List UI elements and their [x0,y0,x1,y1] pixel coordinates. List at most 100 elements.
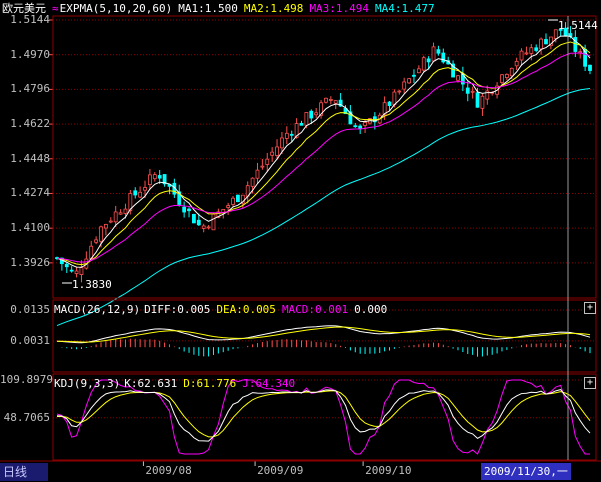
candle-body [231,197,235,205]
macd-tick-label: 0.0135 [10,303,50,316]
candle-body [470,90,475,93]
candle-body [324,97,328,103]
month-label: 2009/10 [365,464,412,477]
candle-body [333,100,338,104]
candle-body [578,51,583,54]
candle-body [152,174,157,180]
k-label: K:62.631 [124,377,178,390]
candle-body [74,270,79,274]
macd-expand-button[interactable]: + [584,302,596,314]
ma1-label: MA1:1.500 [178,2,238,15]
candle-body [157,175,162,179]
diff-label: DIFF:0.005 [144,303,211,316]
kdj-header: KDJ(9,3,3) K:62.631 D:61.776 J:64.340 [54,377,301,390]
candle-body [436,49,441,54]
candle-body [255,169,260,179]
dea-line [56,326,591,343]
candle-body [260,165,265,168]
candle-body [524,52,529,55]
candle-body [113,211,118,223]
candle-body [94,239,99,243]
candle-body [192,213,196,224]
macd-header: MACD(26,12,9) DIFF:0.005 DEA:0.005 MACD:0.0… [54,303,393,316]
candle-body [304,112,309,126]
high-marker: 1.5144 [558,19,598,32]
candle-body [182,206,187,213]
candle-body [534,47,539,51]
candle-body [588,64,592,71]
price-tick-label: 1.4970 [10,47,50,61]
candle-body [206,226,211,229]
candle-body [387,101,392,107]
price-tick-label: 1.4448 [10,151,50,165]
price-header: 欧元美元 ≈EXPMA(5,10,20,60) MA1:1.500 MA2:1.498… [2,2,441,15]
candle-body [416,68,421,74]
candle-body [236,194,240,203]
candle-body [412,74,416,77]
candle-body [289,133,294,136]
candle-body [309,110,314,119]
low-marker: 1.3830 [72,278,112,291]
price-tick-label: 1.5144 [10,13,50,26]
chart-canvas[interactable] [0,0,601,482]
kdj-expand-button[interactable]: + [584,377,596,389]
candle-body [397,90,402,93]
candle-body [270,151,275,156]
candle-body [431,46,436,62]
d-line [56,390,591,438]
candle-body [504,74,509,78]
cursor-date-readout: 2009/11/30,一 [481,463,571,480]
price-tick-label: 1.4622 [10,117,50,131]
candle-body [407,78,411,84]
k-line [56,389,591,442]
candle-body [118,212,123,215]
candle-body [103,224,108,229]
candle-body [133,190,138,196]
macd-tick-label: 0.0031 [10,333,50,347]
expma-icon: ≈ [52,2,59,15]
candle-body [108,220,113,223]
macd-extra-label: 0.000 [354,303,388,316]
candle-body [284,132,289,139]
candle-body [265,158,270,165]
kdj-tick-label: 109.8979 [0,373,53,386]
candle-body [328,99,333,101]
candle-body [148,174,152,186]
candle-body [519,50,524,61]
candle-body [64,263,69,268]
d-label: D:61.776 [183,377,237,390]
candle-body [363,121,367,126]
candle-body [123,208,128,214]
candle-body [314,112,319,116]
month-label: 2009/09 [257,464,304,477]
candle-body [201,225,206,229]
timeframe-tab-daily[interactable]: 日线 [0,463,48,481]
j-label: J:64.340 [242,377,296,390]
panel-frame-0 [52,15,597,299]
candle-body [196,219,201,226]
candle-body [226,205,231,208]
price-tick-label: 1.4274 [10,186,50,200]
candle-body [544,39,548,45]
candle-body [475,92,480,108]
candle-body [421,57,426,71]
candle-body [480,95,485,109]
candle-body [211,213,216,231]
kdj-indicator-name: KDJ(9,3,3) [54,377,121,390]
candle-body [250,177,255,187]
macd-indicator-name: MACD(26,12,9) [54,303,141,316]
ma3-label: MA3:1.494 [309,2,370,15]
kdj-tick-label: 48.7065 [3,410,50,424]
candle-body [299,122,304,126]
candle-body [143,187,147,191]
ma3-line [56,52,591,263]
candle-body [79,267,84,276]
candle-body [138,191,143,198]
candle-body [500,74,504,83]
macd-label: MACD:0.001 [281,303,349,316]
candle-body [69,269,74,272]
ma4-label: MA4:1.477 [375,2,435,15]
candle-body [539,38,544,50]
candle-body [465,87,470,94]
price-tick-label: 1.4100 [10,221,50,235]
